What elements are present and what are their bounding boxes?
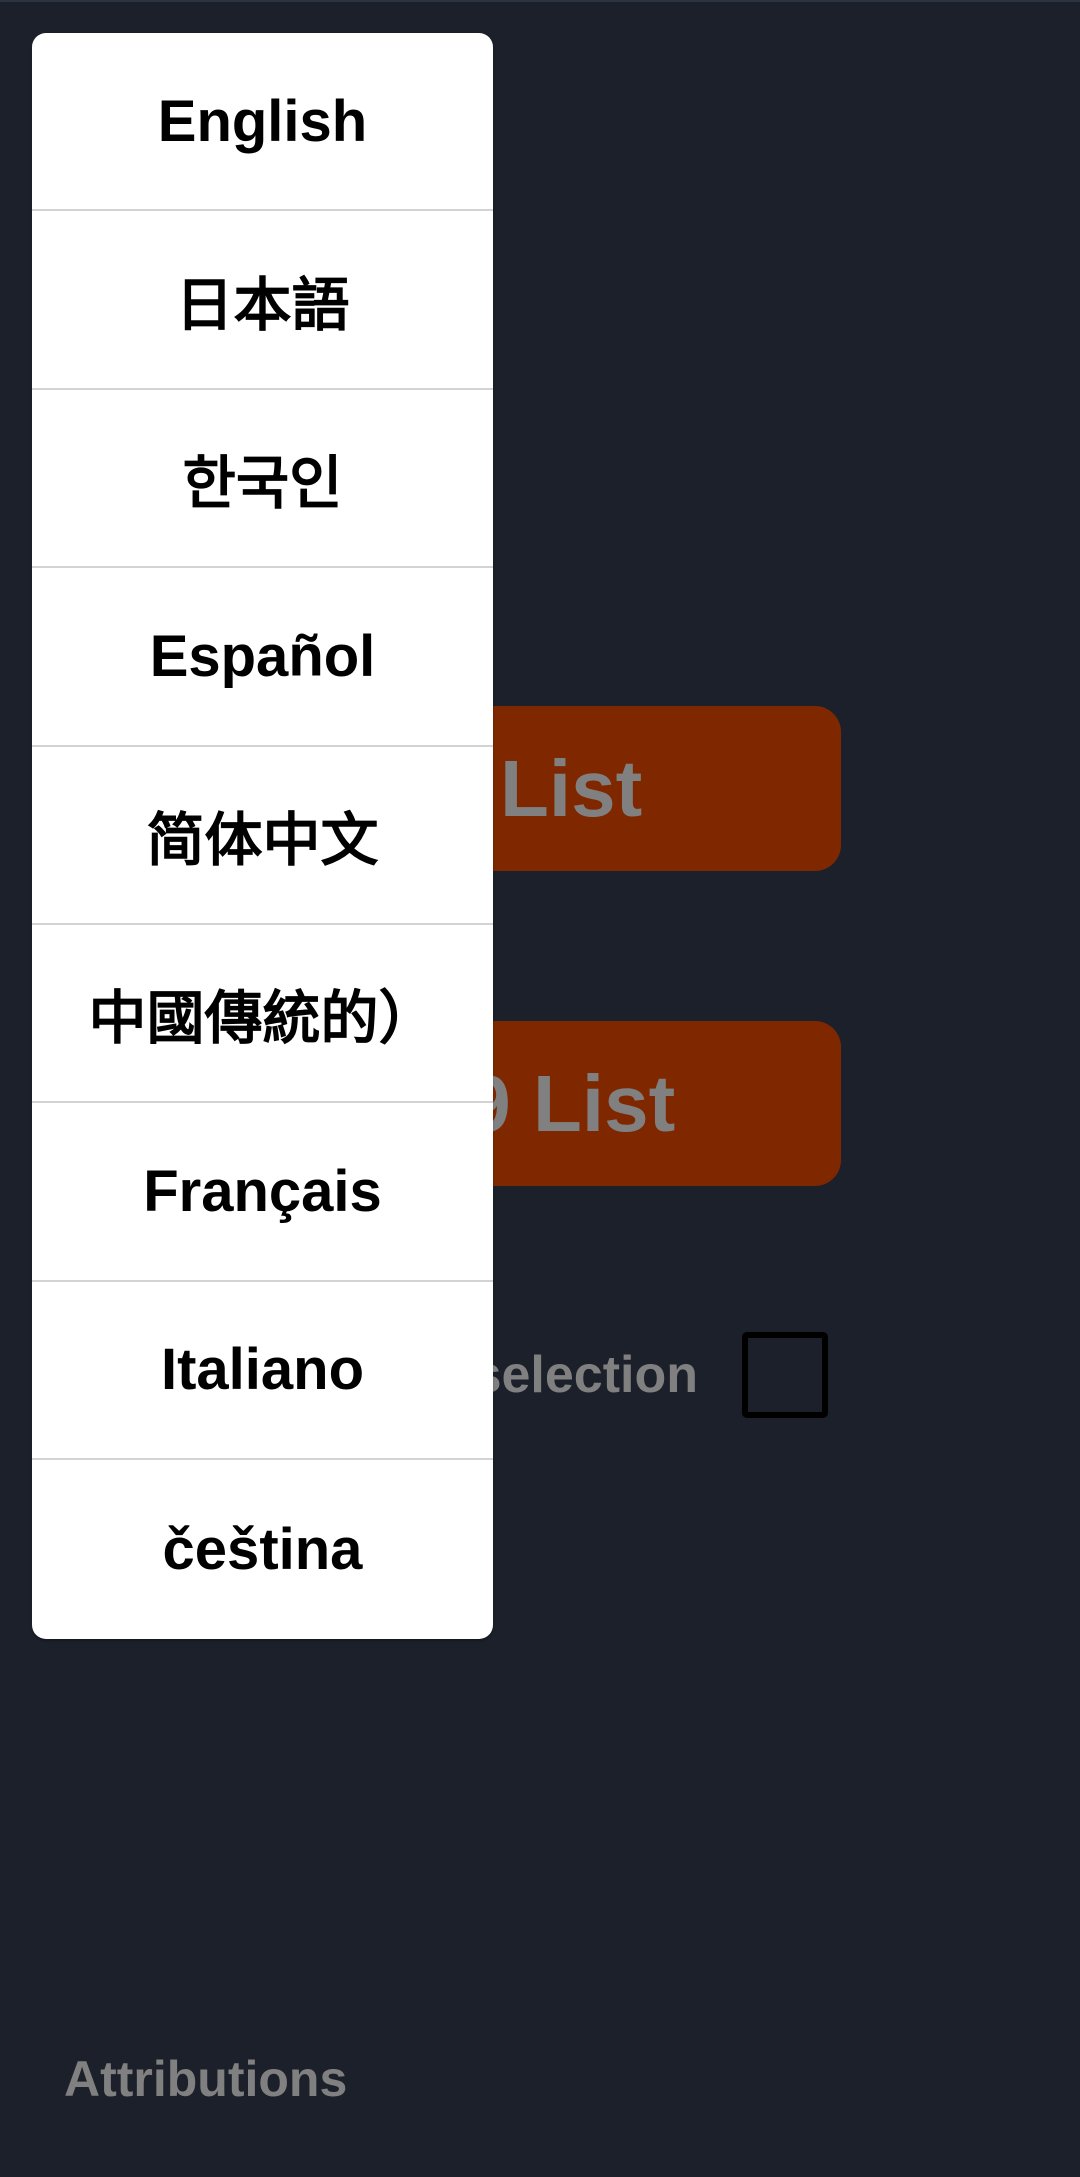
language-option-italian[interactable]: Italiano [32,1282,493,1461]
language-option-simplified-chinese[interactable]: 简体中文 [32,747,493,925]
attributions-link[interactable]: Attributions [64,2050,347,2108]
top-edge-divider [0,0,1080,2]
language-menu: English 日本語 한국인 Español 简体中文 中國傳統的） Fran… [32,33,493,1639]
language-option-traditional-chinese[interactable]: 中國傳統的） [32,925,493,1104]
language-option-korean[interactable]: 한국인 [32,390,493,569]
selection-label: selection [472,1346,698,1404]
language-option-japanese[interactable]: 日本語 [32,211,493,390]
language-option-english[interactable]: English [32,33,493,212]
language-option-spanish[interactable]: Español [32,568,493,747]
selection-checkbox[interactable] [742,1332,828,1418]
language-option-french[interactable]: Français [32,1103,493,1282]
language-option-czech[interactable]: čeština [32,1460,493,1638]
